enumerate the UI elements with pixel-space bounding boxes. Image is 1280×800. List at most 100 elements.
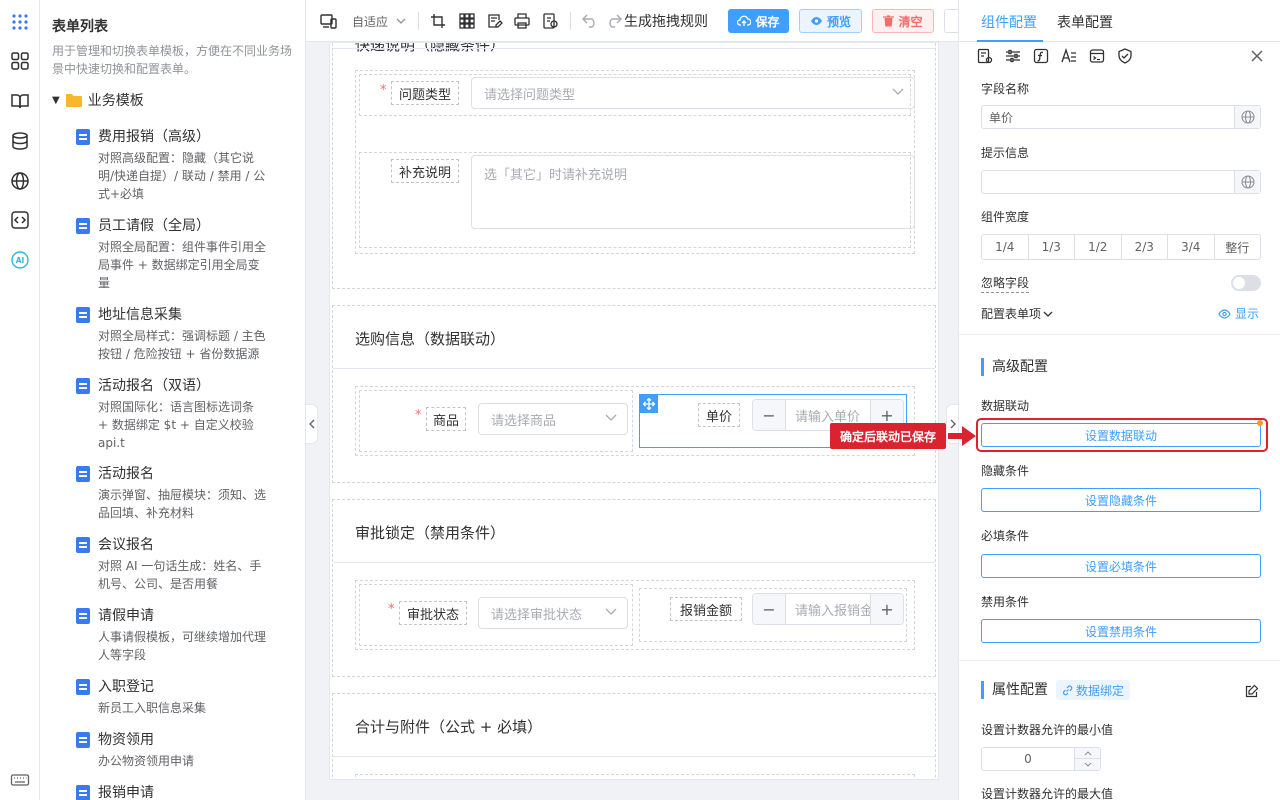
- set-disabled-button[interactable]: 设置禁用条件: [981, 619, 1261, 643]
- ignore-field-toggle[interactable]: [1231, 275, 1261, 291]
- min-value-input[interactable]: 0: [981, 747, 1101, 771]
- approval-select[interactable]: 请选择审批状态: [478, 597, 628, 629]
- show-toggle[interactable]: 显示: [1218, 305, 1259, 322]
- minus-button[interactable]: −: [753, 400, 785, 430]
- i18n-globe-icon[interactable]: [1234, 171, 1260, 193]
- width-option[interactable]: 整行: [1215, 235, 1261, 259]
- minus-button[interactable]: −: [753, 594, 785, 624]
- form-list-panel: 表单列表 用于管理和切换表单模板，方便在不同业务场景中快速切换和配置表单。 ▼ …: [40, 0, 306, 800]
- list-item-desc: 对照全局样式：强调标题 / 主色按钮 / 危险按钮 + 省份数据源: [98, 329, 266, 361]
- field-name-input[interactable]: 单价: [981, 105, 1261, 129]
- advanced-config-header: 高级配置: [981, 358, 1048, 376]
- i18n-globe-icon[interactable]: [1234, 106, 1260, 128]
- shield-check-icon[interactable]: [1117, 48, 1133, 64]
- link-icon: [1063, 685, 1073, 695]
- section-divider: [333, 368, 935, 369]
- list-item-name: 报销申请: [98, 785, 154, 800]
- print-icon[interactable]: [514, 12, 530, 30]
- form-item-problem-type[interactable]: * 问题类型 请选择问题类型: [359, 74, 915, 116]
- form-file-icon: [76, 218, 90, 234]
- script-icon[interactable]: [542, 12, 558, 30]
- hint-input[interactable]: [981, 170, 1261, 194]
- form-file-icon: [76, 378, 90, 394]
- more-button[interactable]: [944, 9, 958, 33]
- close-icon[interactable]: [1251, 50, 1263, 62]
- set-hidden-button[interactable]: 设置隐藏条件: [981, 488, 1261, 512]
- event-icon[interactable]: [1089, 48, 1105, 64]
- list-item-name: 请假申请: [98, 608, 154, 624]
- text-style-icon[interactable]: [1061, 48, 1077, 64]
- set-linkage-button[interactable]: 设置数据联动: [981, 423, 1261, 447]
- chevron-left-icon: [308, 419, 314, 429]
- form-section[interactable]: 合计与附件（公式 + 必填）: [332, 693, 936, 779]
- ai-icon[interactable]: AI: [8, 248, 32, 272]
- redo-icon[interactable]: [606, 12, 622, 30]
- code-icon[interactable]: [8, 208, 32, 232]
- book-icon[interactable]: [8, 89, 32, 113]
- trash-icon: [883, 15, 895, 27]
- folder-business-templates[interactable]: ▼ 业务模板: [52, 90, 144, 110]
- extra-placeholder: 选「其它」时请补充说明: [484, 168, 628, 183]
- form-row: [355, 774, 915, 779]
- apps-grid-icon[interactable]: [8, 10, 32, 34]
- generate-rule-button[interactable]: 生成拖拽规则: [624, 12, 708, 30]
- data-binding-tag[interactable]: 数据绑定: [1056, 680, 1131, 700]
- width-option[interactable]: 3/4: [1168, 235, 1215, 259]
- keyboard-icon[interactable]: [8, 768, 32, 792]
- edit-doc-icon[interactable]: [487, 12, 503, 30]
- set-required-button[interactable]: 设置必填条件: [981, 554, 1261, 578]
- device-icon[interactable]: [320, 12, 338, 30]
- form-file-icon: [76, 537, 90, 553]
- problem-type-select[interactable]: 请选择问题类型: [471, 77, 915, 109]
- globe-icon[interactable]: [8, 169, 32, 193]
- goods-select[interactable]: 请选择商品: [478, 403, 628, 435]
- clear-button[interactable]: 清空: [872, 9, 934, 33]
- form-item-goods[interactable]: * 商品 请选择商品: [359, 390, 633, 452]
- form-section[interactable]: 选购信息（数据联动） * 商品 请选择商品 单价 − 请输入单价 +: [332, 305, 936, 483]
- caret-down-icon: [1084, 762, 1092, 767]
- width-option[interactable]: 1/2: [1075, 235, 1122, 259]
- max-value-label: 设置计数器允许的最大值: [981, 787, 1114, 800]
- drag-handle-icon[interactable]: [640, 395, 658, 413]
- collapse-left-handle[interactable]: [306, 404, 318, 444]
- edit-icon[interactable]: [1245, 684, 1259, 698]
- form-file-icon: [76, 608, 90, 624]
- components-icon[interactable]: [8, 49, 32, 73]
- function-icon[interactable]: [1033, 48, 1049, 64]
- min-value-label: 设置计数器允许的最小值: [981, 723, 1114, 737]
- chevron-down-icon: [605, 414, 617, 421]
- preview-button[interactable]: 预览: [799, 9, 862, 33]
- form-item-approval[interactable]: * 审批状态 请选择审批状态: [359, 584, 633, 646]
- crop-icon[interactable]: [430, 12, 446, 30]
- amount-placeholder: 请输入报销金额: [785, 594, 871, 624]
- adapt-select[interactable]: 自适应: [352, 12, 406, 30]
- divider: [959, 660, 1280, 661]
- show-label: 显示: [1235, 307, 1260, 321]
- form-section[interactable]: 快递说明（隐藏条件） * 问题类型 请选择问题类型 补充说明 选「其它」时请补充…: [332, 43, 936, 289]
- width-option[interactable]: 1/3: [1029, 235, 1075, 259]
- form-item-extra[interactable]: 补充说明 选「其它」时请补充说明: [359, 152, 915, 248]
- min-value-controls[interactable]: [1074, 748, 1100, 770]
- form-section[interactable]: 审批锁定（禁用条件） * 审批状态 请选择审批状态 报销金额 − 请输入报销金额…: [332, 499, 936, 677]
- qrcode-icon[interactable]: [459, 12, 475, 30]
- props-icon[interactable]: [977, 48, 993, 64]
- form-item-amount[interactable]: 报销金额 − 请输入报销金额 +: [639, 588, 907, 642]
- required-mark: *: [380, 83, 387, 98]
- width-option[interactable]: 2/3: [1122, 235, 1168, 259]
- tab-form-config[interactable]: 表单配置: [1057, 12, 1113, 32]
- config-form-items-label: 配置表单项: [981, 307, 1042, 321]
- width-option[interactable]: 1/4: [982, 235, 1029, 259]
- database-icon[interactable]: [8, 129, 32, 153]
- plus-button[interactable]: +: [871, 594, 903, 624]
- svg-text:AI: AI: [16, 256, 25, 265]
- tab-component-config[interactable]: 组件配置: [981, 12, 1037, 32]
- chevron-down-icon: [892, 88, 904, 95]
- save-label: 保存: [755, 14, 780, 29]
- save-button[interactable]: 保存: [728, 9, 789, 33]
- undo-icon[interactable]: [582, 12, 598, 30]
- extra-textarea[interactable]: 选「其它」时请补充说明: [471, 155, 915, 229]
- config-form-items[interactable]: 配置表单项: [981, 305, 1053, 322]
- sliders-icon[interactable]: [1005, 48, 1021, 64]
- callout-arrow-icon: [948, 426, 976, 446]
- amount-stepper[interactable]: − 请输入报销金额 +: [752, 593, 904, 625]
